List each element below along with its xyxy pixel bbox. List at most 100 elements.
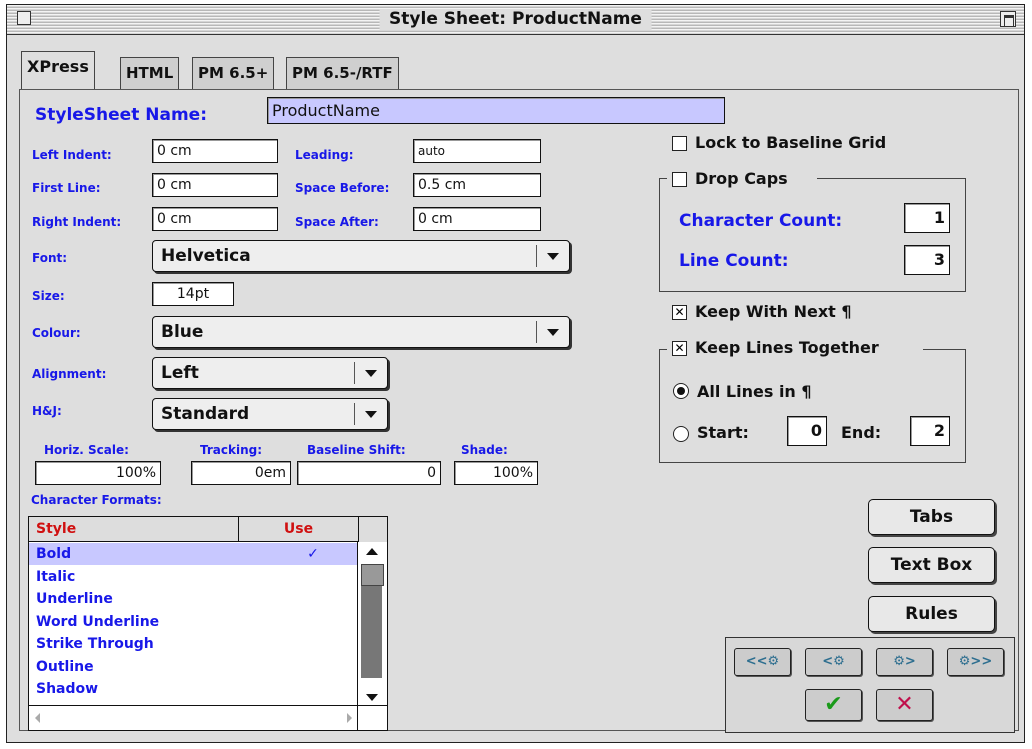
end-field[interactable]: 2 xyxy=(910,416,950,446)
tab-xpress[interactable]: XPress xyxy=(21,51,95,89)
space-before-label: Space Before: xyxy=(295,181,390,195)
last-record-button[interactable]: ⚙>> xyxy=(947,648,1004,676)
list-item[interactable]: Shadow xyxy=(29,678,357,700)
keep-lines-together-label: Keep Lines Together xyxy=(695,338,879,357)
first-line-label: First Line: xyxy=(32,181,101,195)
alignment-popup[interactable]: Left xyxy=(152,357,388,389)
right-indent-label: Right Indent: xyxy=(32,215,122,229)
lock-baseline-label: Lock to Baseline Grid xyxy=(695,133,887,152)
line-count-field[interactable]: 3 xyxy=(904,245,950,275)
leading-field[interactable]: auto xyxy=(413,139,541,163)
vertical-scrollbar[interactable] xyxy=(357,542,387,705)
end-label: End: xyxy=(841,423,882,442)
popup-separator xyxy=(354,403,355,425)
size-label: Size: xyxy=(32,289,65,303)
space-after-label: Space After: xyxy=(295,215,379,229)
tracking-field[interactable]: 0em xyxy=(191,461,291,485)
scroll-left-icon[interactable] xyxy=(35,713,40,723)
shade-field[interactable]: 100% xyxy=(454,461,538,485)
space-after-field[interactable]: 0 cm xyxy=(413,207,541,231)
size-field[interactable]: 14pt xyxy=(152,282,234,306)
first-line-field[interactable]: 0 cm xyxy=(152,173,278,197)
list-item[interactable]: Bold ✓ xyxy=(29,543,357,565)
chevron-down-icon xyxy=(547,253,559,260)
list-item-style: Underline xyxy=(36,591,113,607)
hj-label: H&J: xyxy=(32,404,62,418)
scroll-track[interactable] xyxy=(361,586,382,678)
column-header-spacer xyxy=(359,517,387,543)
column-header-style[interactable]: Style xyxy=(29,517,239,542)
collapse-box[interactable] xyxy=(1000,11,1016,27)
character-count-label: Character Count: xyxy=(679,211,843,231)
close-box[interactable] xyxy=(17,11,31,25)
tracking-label: Tracking: xyxy=(200,443,263,457)
start-field[interactable]: 0 xyxy=(787,416,827,446)
lock-baseline-checkbox[interactable] xyxy=(672,136,687,151)
list-item-style: Bold xyxy=(36,546,72,562)
drop-caps-label: Drop Caps xyxy=(695,169,788,188)
tab-pm65rtf[interactable]: PM 6.5-/RTF xyxy=(286,57,399,89)
rules-button[interactable]: Rules xyxy=(868,596,995,632)
start-label: Start: xyxy=(697,423,749,442)
horiz-scale-label: Horiz. Scale: xyxy=(44,443,129,457)
drop-caps-checkbox[interactable] xyxy=(672,172,687,187)
popup-separator xyxy=(536,321,537,343)
previous-record-button[interactable]: <⚙ xyxy=(805,648,862,676)
ok-checkmark-button[interactable]: ✔ xyxy=(805,689,862,721)
line-count-label: Line Count: xyxy=(679,251,789,271)
scroll-down-icon[interactable] xyxy=(366,694,378,701)
start-radio[interactable] xyxy=(673,426,689,442)
cancel-x-button[interactable]: ✕ xyxy=(876,689,933,721)
chevron-down-icon xyxy=(547,329,559,336)
keep-with-next-checkbox[interactable]: ✕ xyxy=(672,305,687,320)
left-indent-label: Left Indent: xyxy=(32,148,112,162)
character-formats-list[interactable]: Style Use Bold ✓ Italic Underline Word Under… xyxy=(28,516,388,731)
font-label: Font: xyxy=(32,251,68,265)
font-popup[interactable]: Helvetica xyxy=(152,240,570,272)
colour-label: Colour: xyxy=(32,326,81,340)
style-sheet-window: Style Sheet: ProductName XPress HTML PM … xyxy=(6,4,1025,743)
left-indent-field[interactable]: 0 cm xyxy=(152,139,278,163)
hj-popup[interactable]: Standard xyxy=(152,398,388,430)
column-header-use[interactable]: Use xyxy=(239,517,359,542)
list-item-style: Shadow xyxy=(36,681,99,697)
list-item[interactable]: Underline xyxy=(29,588,357,610)
hj-value: Standard xyxy=(161,404,250,424)
title-bar[interactable]: Style Sheet: ProductName xyxy=(7,5,1024,35)
scroll-right-icon[interactable] xyxy=(347,713,352,723)
space-before-field[interactable]: 0.5 cm xyxy=(413,173,541,197)
horizontal-scrollbar[interactable] xyxy=(29,705,360,730)
list-item[interactable]: Strike Through xyxy=(29,633,357,655)
next-record-button[interactable]: ⚙> xyxy=(876,648,933,676)
popup-separator xyxy=(536,245,537,267)
list-item-style: Strike Through xyxy=(36,636,154,652)
colour-value: Blue xyxy=(161,322,204,342)
chevron-down-icon xyxy=(365,411,377,418)
scroll-up-icon[interactable] xyxy=(366,548,378,555)
alignment-label: Alignment: xyxy=(32,367,107,381)
list-item[interactable]: Italic xyxy=(29,566,357,588)
text-box-button[interactable]: Text Box xyxy=(868,547,995,583)
all-lines-radio[interactable] xyxy=(673,383,689,399)
window-title: Style Sheet: ProductName xyxy=(379,9,652,30)
baseline-shift-field[interactable]: 0 xyxy=(297,461,441,485)
keep-lines-together-checkbox[interactable]: ✕ xyxy=(672,341,687,356)
stylesheet-name-field[interactable]: ProductName xyxy=(267,97,725,124)
tab-html[interactable]: HTML xyxy=(120,57,180,89)
character-count-field[interactable]: 1 xyxy=(904,203,950,233)
chevron-down-icon xyxy=(365,370,377,377)
popup-separator xyxy=(354,362,355,384)
leading-label: Leading: xyxy=(295,148,354,162)
scroll-corner xyxy=(357,705,387,730)
list-item[interactable]: Word Underline xyxy=(29,611,357,633)
tab-pm65plus[interactable]: PM 6.5+ xyxy=(192,57,275,89)
colour-popup[interactable]: Blue xyxy=(152,316,570,348)
horiz-scale-field[interactable]: 100% xyxy=(35,461,161,485)
list-item[interactable]: Outline xyxy=(29,656,357,678)
right-indent-field[interactable]: 0 cm xyxy=(152,207,278,231)
tabs-button[interactable]: Tabs xyxy=(868,499,995,535)
scroll-thumb[interactable] xyxy=(361,564,384,586)
shade-label: Shade: xyxy=(461,443,508,457)
first-record-button[interactable]: <<⚙ xyxy=(734,648,791,676)
keep-with-next-label: Keep With Next ¶ xyxy=(695,302,852,321)
